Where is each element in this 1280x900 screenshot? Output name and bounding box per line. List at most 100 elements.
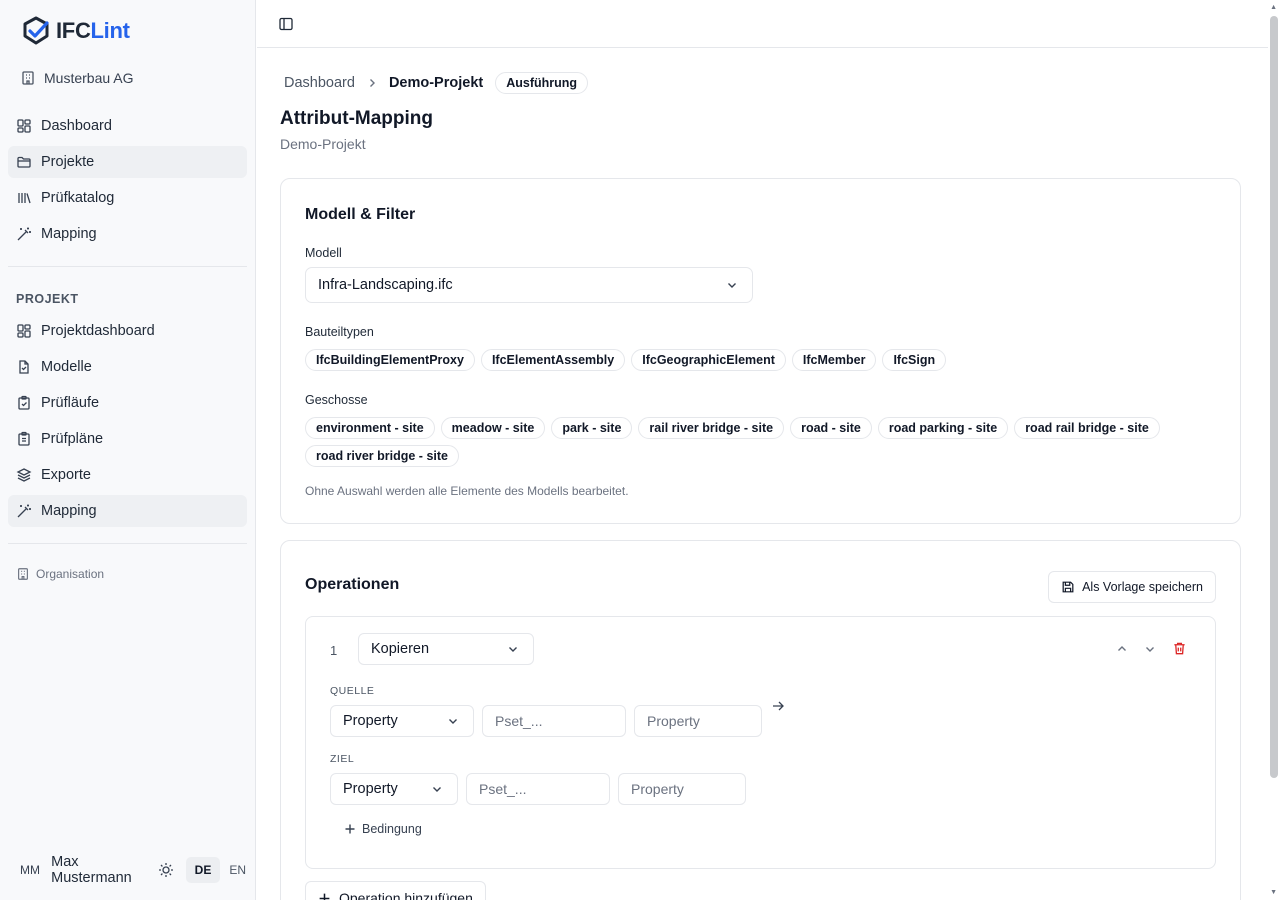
nav-label: Prüfläufe <box>41 395 100 411</box>
target-property-input[interactable] <box>618 773 746 805</box>
user-row: MM Max Mustermann DE EN <box>20 854 255 886</box>
lang-de-button[interactable]: DE <box>185 857 221 883</box>
types-label: Bauteiltypen <box>305 325 374 339</box>
avatar[interactable]: MM <box>20 858 43 882</box>
type-chip[interactable]: IfcSign <box>882 349 947 371</box>
storey-chip[interactable]: rail river bridge - site <box>638 417 785 439</box>
type-chip[interactable]: IfcBuildingElementProxy <box>305 349 475 371</box>
add-condition-button[interactable]: Bedingung <box>344 822 422 836</box>
target-kind-select[interactable]: Property <box>330 773 458 805</box>
nav-item-pruefläufe[interactable]: Prüfläufe <box>8 387 247 419</box>
operation-type-select[interactable]: Kopieren <box>358 633 534 665</box>
storey-chip[interactable]: park - site <box>551 417 633 439</box>
card-title: Operationen <box>305 576 400 593</box>
type-chip[interactable]: IfcMember <box>791 349 877 371</box>
operation-actions <box>1116 641 1187 661</box>
panel-left-icon <box>279 17 293 31</box>
nav-label: Mapping <box>41 226 97 242</box>
source-label: QUELLE <box>330 685 375 697</box>
org-switcher[interactable]: Musterbau AG <box>20 68 134 88</box>
organisation-link[interactable]: Organisation <box>16 567 104 581</box>
model-select-value: Infra-Landscaping.ifc <box>318 277 453 293</box>
main-nav: Dashboard Projekte Prüfkatalog Mapping <box>8 110 247 254</box>
operation-number: 1 <box>330 643 338 658</box>
nav-label: Exporte <box>41 467 91 483</box>
sidebar: IFCLint Musterbau AG Dashboard Projekte … <box>0 0 256 900</box>
clipboard-list-icon <box>18 431 30 446</box>
filter-hint: Ohne Auswahl werden alle Elemente des Mo… <box>305 484 629 498</box>
page-title: Attribut-Mapping <box>280 108 434 129</box>
organisation-label: Organisation <box>36 567 105 581</box>
source-pset-input[interactable] <box>482 705 626 737</box>
save-icon <box>1062 581 1074 593</box>
logo-shield-icon <box>23 16 49 45</box>
type-chip[interactable]: IfcElementAssembly <box>480 349 626 371</box>
sun-icon <box>158 863 173 877</box>
storey-chip[interactable]: road rail bridge - site <box>1014 417 1160 439</box>
wand-icon <box>17 227 31 241</box>
move-down-button[interactable] <box>1144 642 1156 660</box>
nav-item-project-mapping[interactable]: Mapping <box>8 495 247 527</box>
nav-item-exporte[interactable]: Exporte <box>8 459 247 491</box>
model-filter-card: Modell & Filter Modell Infra-Landscaping… <box>280 178 1241 524</box>
nav-item-projektdashboard[interactable]: Projektdashboard <box>8 315 247 347</box>
chevron-down-icon <box>433 787 441 792</box>
scroll-up-icon[interactable]: ▲ <box>1270 4 1277 11</box>
storey-chip[interactable]: meadow - site <box>440 417 546 439</box>
nav-label: Mapping <box>41 503 97 519</box>
storey-chip[interactable]: road - site <box>790 417 872 439</box>
storey-chips: environment - site meadow - site park - … <box>305 417 1205 467</box>
nav-item-pruefkatalog[interactable]: Prüfkatalog <box>8 182 247 214</box>
storey-chip[interactable]: road parking - site <box>877 417 1009 439</box>
source-property-input[interactable] <box>634 705 762 737</box>
type-chip[interactable]: IfcGeographicElement <box>631 349 786 371</box>
nav-item-mapping[interactable]: Mapping <box>8 218 247 250</box>
add-operation-button[interactable]: Operation hinzufügen <box>305 881 486 900</box>
nav-item-dashboard[interactable]: Dashboard <box>8 110 247 142</box>
add-condition-label: Bedingung <box>362 822 422 836</box>
move-up-button[interactable] <box>1116 642 1128 660</box>
plus-icon <box>345 824 355 834</box>
wand-icon <box>17 504 31 518</box>
chevron-right-icon <box>367 75 377 91</box>
chevron-down-icon <box>449 719 457 724</box>
target-kind-value: Property <box>343 781 398 797</box>
nav-item-modelle[interactable]: Modelle <box>8 351 247 383</box>
breadcrumb-dashboard[interactable]: Dashboard <box>284 75 355 91</box>
chevron-down-icon <box>1146 647 1154 652</box>
dashboard-icon <box>17 324 31 338</box>
chevron-up-icon <box>1118 646 1126 651</box>
page-subtitle: Demo-Projekt <box>280 136 366 152</box>
language-switch: DE EN <box>185 857 255 883</box>
breadcrumb-current[interactable]: Demo-Projekt <box>389 75 483 91</box>
chevron-down-icon <box>509 647 517 652</box>
app-logo[interactable]: IFCLint <box>20 14 130 48</box>
library-icon <box>18 193 31 204</box>
nav-label: Dashboard <box>41 118 112 134</box>
nav-item-pruefplaene[interactable]: Prüfpläne <box>8 423 247 455</box>
storey-chip[interactable]: road river bridge - site <box>305 445 459 467</box>
storey-chip[interactable]: environment - site <box>305 417 435 439</box>
theme-toggle[interactable] <box>158 862 174 878</box>
user-name[interactable]: Max Mustermann <box>51 854 144 886</box>
source-kind-select[interactable]: Property <box>330 705 474 737</box>
target-pset-input[interactable] <box>466 773 610 805</box>
model-select[interactable]: Infra-Landscaping.ifc <box>305 267 753 303</box>
lang-en-button[interactable]: EN <box>220 857 255 883</box>
sidebar-divider <box>8 543 247 544</box>
type-chips: IfcBuildingElementProxy IfcElementAssemb… <box>305 349 1205 371</box>
logo-text: IFCLint <box>56 18 130 43</box>
target-label: ZIEL <box>330 753 355 765</box>
scroll-down-icon[interactable]: ▼ <box>1270 889 1277 896</box>
storeys-label: Geschosse <box>305 393 368 407</box>
save-template-button[interactable]: Als Vorlage speichern <box>1048 571 1216 603</box>
trash-icon <box>1174 642 1185 655</box>
delete-operation-button[interactable] <box>1172 641 1187 661</box>
nav-label: Projekte <box>41 154 95 170</box>
nav-item-projekte[interactable]: Projekte <box>8 146 247 178</box>
operation-type-value: Kopieren <box>371 641 430 657</box>
scrollbar-thumb[interactable] <box>1270 16 1278 778</box>
clipboard-check-icon <box>18 395 30 410</box>
sidebar-toggle-button[interactable] <box>278 16 294 37</box>
building-icon <box>18 568 28 580</box>
